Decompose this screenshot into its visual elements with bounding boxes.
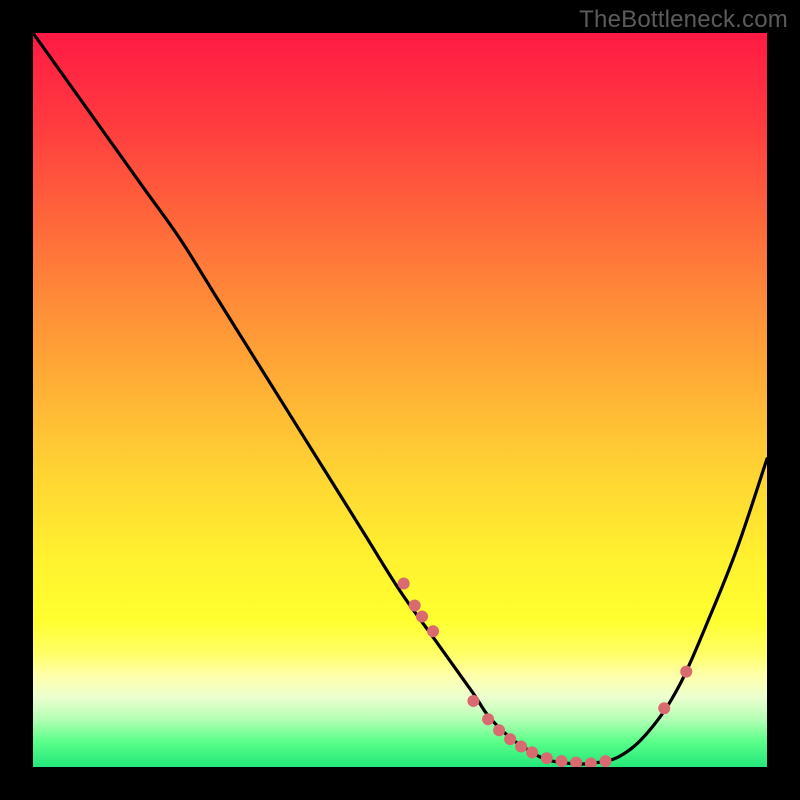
highlight-point (467, 695, 479, 707)
highlight-point (493, 724, 505, 736)
highlight-point (541, 752, 553, 764)
highlight-point (526, 746, 538, 758)
highlight-point (680, 666, 692, 678)
highlight-point (398, 578, 410, 590)
watermark-text: TheBottleneck.com (579, 6, 788, 34)
chart-plot (33, 33, 767, 767)
highlight-point (555, 755, 567, 767)
highlight-point (482, 713, 494, 725)
highlight-point (416, 611, 428, 623)
chart-frame (33, 33, 767, 767)
highlight-points (398, 578, 693, 768)
bottleneck-curve (33, 33, 767, 764)
highlight-point (427, 625, 439, 637)
highlight-point (504, 733, 516, 745)
highlight-point (600, 755, 612, 767)
highlight-point (515, 740, 527, 752)
highlight-point (658, 702, 670, 714)
highlight-point (570, 757, 582, 767)
highlight-point (585, 757, 597, 767)
highlight-point (409, 600, 421, 612)
